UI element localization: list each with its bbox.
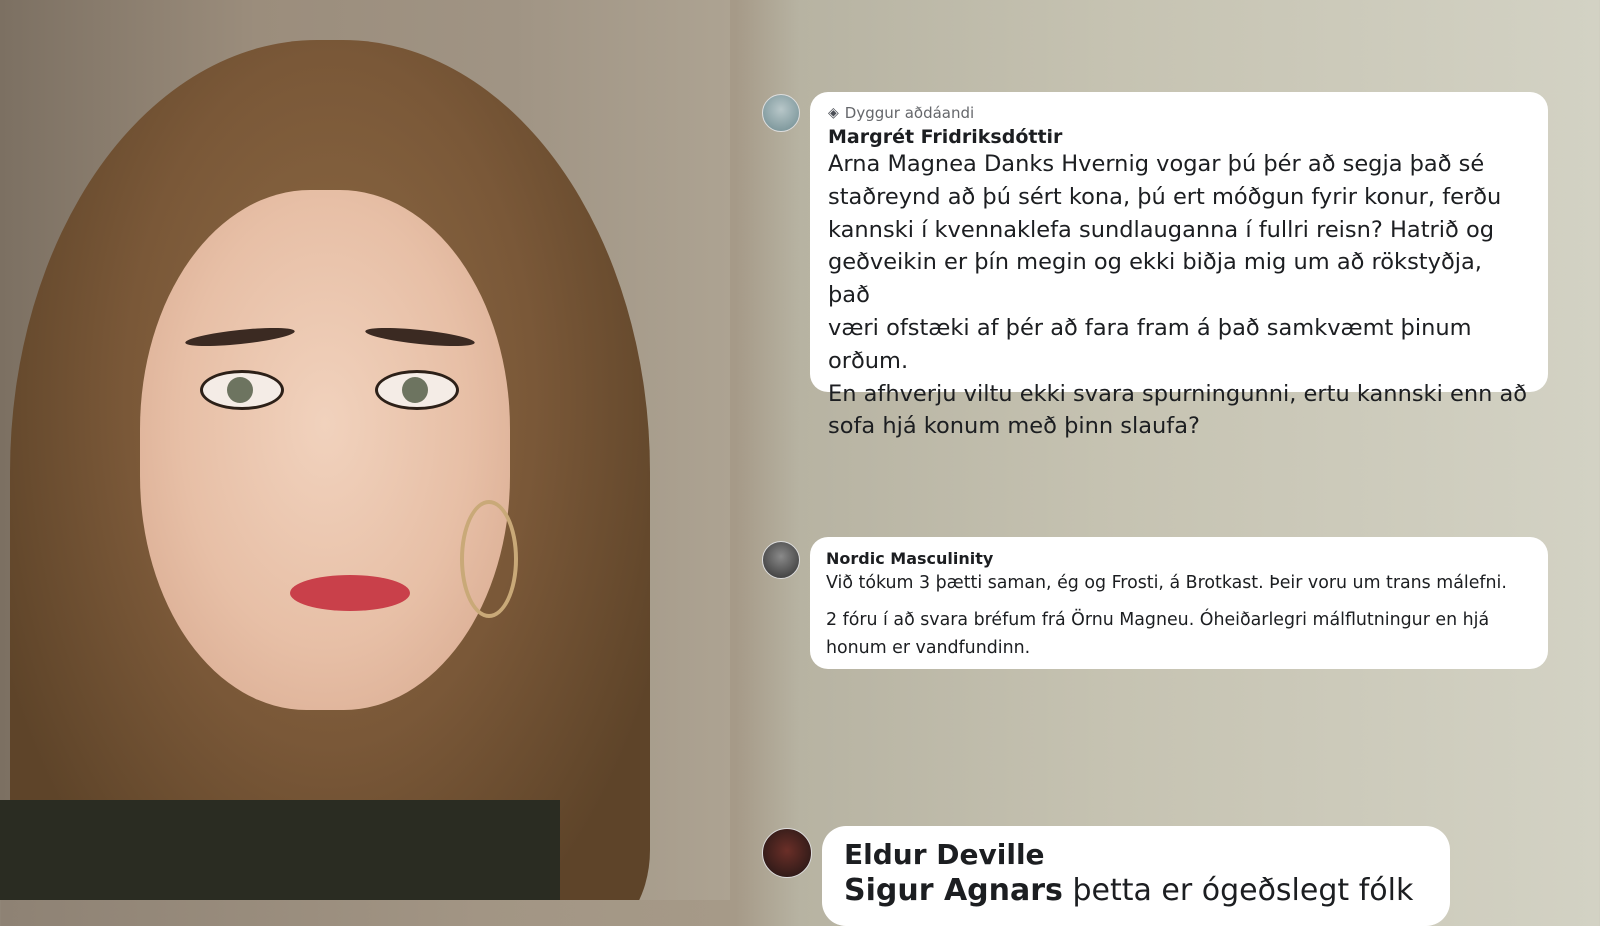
lips — [290, 575, 410, 611]
left-iris — [227, 377, 253, 403]
mention-link[interactable]: Sigur Agnars — [844, 873, 1063, 908]
comment-author[interactable]: Eldur Deville — [844, 838, 1428, 871]
comment-line: En afhverju viltu ekki svara spurningunn… — [828, 380, 1528, 407]
comment-1: ◈ Dyggur aðdáandi Margrét Fridriksdóttir… — [762, 92, 1548, 439]
comment-text: Sigur Agnars þetta er ógeðslegt fólk — [844, 873, 1428, 908]
comment-line: sofa hjá konum með þinn slaufa? — [828, 413, 1200, 440]
shirt — [0, 800, 560, 900]
comment-3: Eldur Deville Sigur Agnars þetta er ógeð… — [762, 826, 1450, 926]
right-iris — [402, 377, 428, 403]
avatar[interactable] — [762, 828, 812, 878]
fan-badge: ◈ Dyggur aðdáandi — [828, 104, 1530, 122]
profile-photo — [0, 0, 730, 900]
comment-text: Arna Magnea Danks Hvernig vogar þú þér a… — [828, 148, 1530, 443]
badge-label: Dyggur aðdáandi — [844, 104, 975, 122]
comment-author[interactable]: Margrét Fridriksdóttir — [828, 126, 1530, 148]
comment-text: 2 fóru í að svara bréfum frá Örnu Magneu… — [826, 606, 1532, 662]
comment-text-body: þetta er ógeðslegt fólk — [1062, 873, 1414, 908]
right-eye — [375, 370, 459, 410]
left-eye — [200, 370, 284, 410]
comment-bubble: Eldur Deville Sigur Agnars þetta er ógeð… — [822, 826, 1450, 926]
comment-text: Við tókum 3 þætti saman, ég og Frosti, á… — [826, 573, 1507, 593]
comment-bubble: Nordic Masculinity Við tókum 3 þætti sam… — [810, 537, 1548, 669]
earring — [460, 500, 518, 618]
right-brow — [364, 324, 476, 350]
comment-line: Arna Magnea Danks Hvernig vogar þú þér a… — [828, 151, 1485, 177]
avatar[interactable] — [762, 541, 800, 579]
comment-line: væri ofstæki af þér að fara fram á það s… — [828, 314, 1472, 374]
avatar[interactable] — [762, 94, 800, 132]
diamond-icon: ◈ — [828, 105, 839, 121]
comment-line: geðveikin er þín megin og ekki biðja mig… — [828, 249, 1482, 309]
comment-bubble: ◈ Dyggur aðdáandi Margrét Fridriksdóttir… — [810, 92, 1548, 439]
comment-line: 2 fóru í að svara bréfum frá Örnu Magneu… — [826, 610, 1490, 630]
comment-line: staðreynd að þú sért kona, þú ert móðgun… — [828, 183, 1502, 210]
face-shape — [140, 190, 510, 710]
comment-line: honum er vandfundinn. — [826, 638, 1031, 658]
comment-author[interactable]: Nordic Masculinity — [826, 549, 1532, 568]
left-brow — [184, 324, 296, 350]
comment-2: Nordic Masculinity Við tókum 3 þætti sam… — [762, 537, 1548, 669]
comment-line: kannski í kvennaklefa sundlauganna í ful… — [828, 216, 1495, 243]
